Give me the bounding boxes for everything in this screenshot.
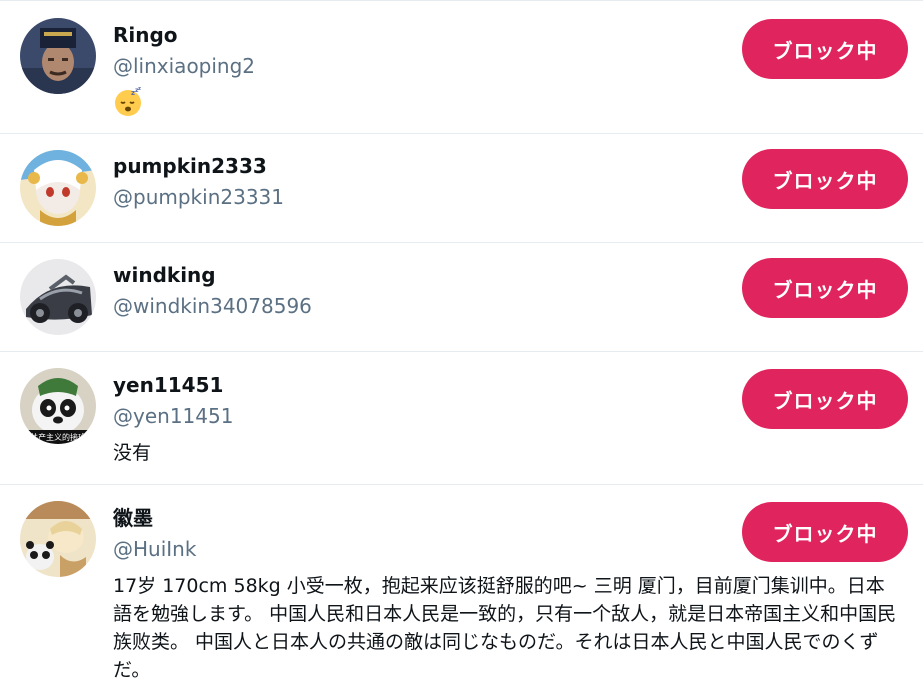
avatar[interactable] bbox=[20, 259, 96, 335]
user-row[interactable]: pumpkin2333 @pumpkin23331 ブロック中 bbox=[0, 133, 923, 242]
blocked-button[interactable]: ブロック中 bbox=[742, 369, 908, 429]
user-row[interactable]: 共产主义的接班 yen11451 @yen11451 没有 ブロック中 bbox=[0, 351, 923, 484]
display-name[interactable]: Ringo bbox=[113, 22, 178, 48]
user-row[interactable]: 徽墨 @HuiInk 17岁 170cm 58kg 小受一枚，抱起来应该挺舒服的… bbox=[0, 484, 923, 695]
avatar-caption: 共产主义的接班 bbox=[30, 432, 86, 442]
blocked-button[interactable]: ブロック中 bbox=[742, 19, 908, 79]
avatar[interactable] bbox=[20, 501, 96, 577]
user-bio: 没有 bbox=[113, 442, 152, 464]
svg-text:z: z bbox=[138, 87, 141, 92]
avatar[interactable] bbox=[20, 150, 96, 226]
avatar[interactable] bbox=[20, 18, 96, 94]
user-handle[interactable]: @windkin34078596 bbox=[113, 293, 312, 319]
display-name[interactable]: yen11451 bbox=[113, 372, 223, 398]
user-handle[interactable]: @pumpkin23331 bbox=[113, 184, 284, 210]
display-name[interactable]: pumpkin2333 bbox=[113, 153, 267, 179]
user-handle[interactable]: @linxiaoping2 bbox=[113, 53, 255, 79]
user-handle[interactable]: @HuiInk bbox=[113, 536, 196, 562]
avatar[interactable]: 共产主义的接班 bbox=[20, 368, 96, 444]
user-handle[interactable]: @yen11451 bbox=[113, 403, 233, 429]
user-row[interactable]: Ringo @linxiaoping2 z z z ブロック中 bbox=[0, 0, 923, 133]
blocked-button[interactable]: ブロック中 bbox=[742, 258, 908, 318]
blocked-button[interactable]: ブロック中 bbox=[742, 149, 908, 209]
display-name[interactable]: windking bbox=[113, 262, 216, 288]
blocked-button[interactable]: ブロック中 bbox=[742, 502, 908, 562]
user-bio: 17岁 170cm 58kg 小受一枚，抱起来应该挺舒服的吧~ 三明 厦门，目前… bbox=[113, 575, 897, 681]
sleeping-emoji-icon: z z z bbox=[113, 86, 143, 117]
blocked-accounts-list: Ringo @linxiaoping2 z z z ブロック中 pumpkin2… bbox=[0, 0, 923, 695]
user-row[interactable]: windking @windkin34078596 ブロック中 bbox=[0, 242, 923, 351]
display-name[interactable]: 徽墨 bbox=[113, 505, 153, 531]
